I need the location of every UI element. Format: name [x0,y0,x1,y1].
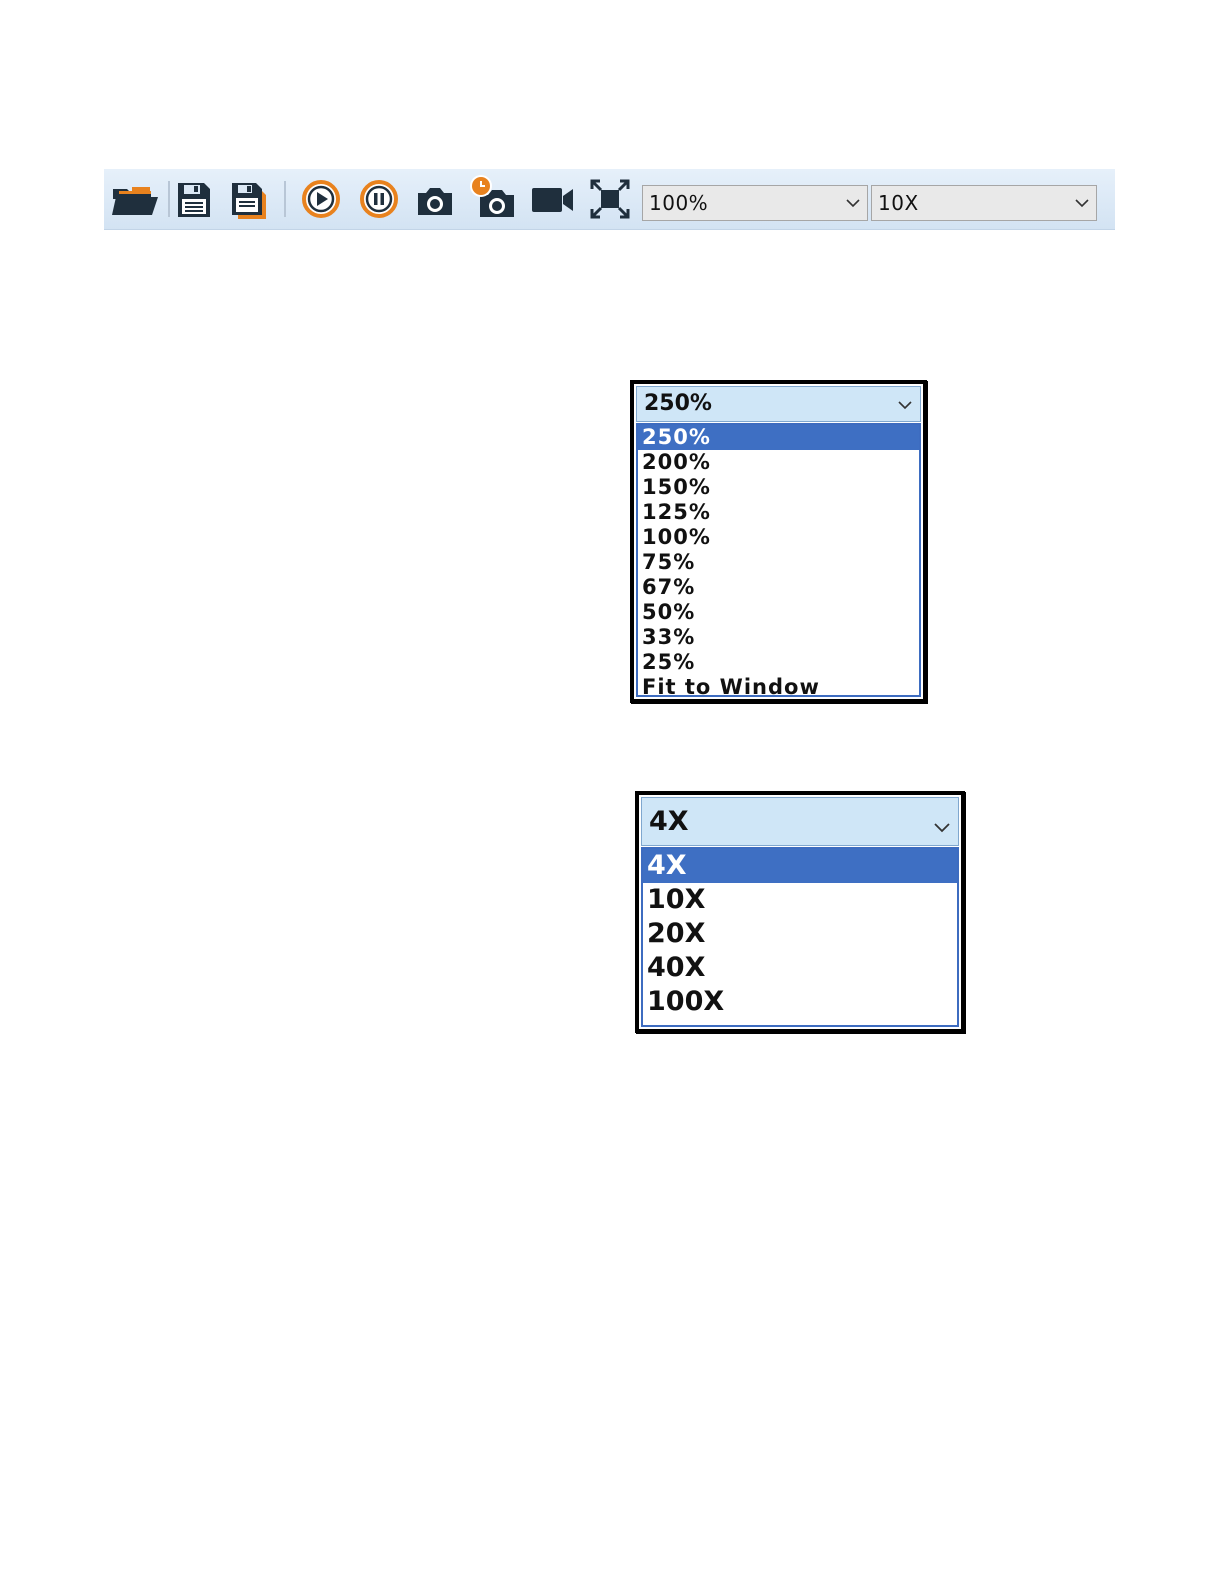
chevron-down-icon [896,395,914,420]
magnification-dropdown-header[interactable]: 4X [641,797,959,846]
zoom-select-value: 100% [649,191,709,215]
toolbar-separator [284,181,286,217]
open-folder-icon[interactable] [110,177,162,221]
zoom-option[interactable]: 33% [638,625,919,650]
magnification-option[interactable]: 40X [643,951,957,985]
zoom-options-list: 250% 200% 150% 125% 100% 75% 67% 50% 33%… [636,423,921,700]
zoom-option[interactable]: 125% [638,500,919,525]
toolbar-separator [168,181,170,217]
save-as-icon[interactable] [228,177,272,221]
magnification-option[interactable]: 4X [643,849,957,883]
magnification-select-value: 10X [878,191,919,215]
chevron-down-icon [845,191,861,220]
camera-icon[interactable] [414,177,456,221]
play-icon[interactable] [299,177,343,221]
zoom-option[interactable]: 50% [638,600,919,625]
fullscreen-icon[interactable] [588,177,632,221]
pause-icon[interactable] [357,177,401,221]
zoom-dropdown-header[interactable]: 250% [636,386,921,422]
timed-capture-icon[interactable] [466,173,520,223]
magnification-option[interactable]: 10X [643,883,957,917]
zoom-option[interactable]: 25% [638,650,919,675]
zoom-option[interactable]: 67% [638,575,919,600]
zoom-option[interactable]: 200% [638,450,919,475]
magnification-option[interactable]: 20X [643,917,957,951]
zoom-option[interactable]: 250% [638,425,919,450]
zoom-option[interactable]: 100% [638,525,919,550]
zoom-dropdown-selected: 250% [644,391,712,416]
zoom-select[interactable]: 100% [642,185,868,221]
magnification-dropdown-selected: 4X [649,806,689,837]
save-icon[interactable] [174,177,214,221]
chevron-down-icon [932,813,952,844]
magnification-dropdown: 4X 4X 10X 20X 40X 100X [635,791,965,1033]
magnification-options-list: 4X 10X 20X 40X 100X [641,847,959,1027]
zoom-option[interactable]: Fit to Window [638,675,919,700]
toolbar: 100% 10X [104,169,1115,230]
chevron-down-icon [1074,191,1090,220]
magnification-select[interactable]: 10X [871,185,1097,221]
zoom-option[interactable]: 150% [638,475,919,500]
zoom-option[interactable]: 75% [638,550,919,575]
magnification-option[interactable]: 100X [643,985,957,1019]
video-camera-icon[interactable] [529,177,577,221]
zoom-dropdown: 250% 250% 200% 150% 125% 100% 75% 67% 50… [630,380,927,703]
